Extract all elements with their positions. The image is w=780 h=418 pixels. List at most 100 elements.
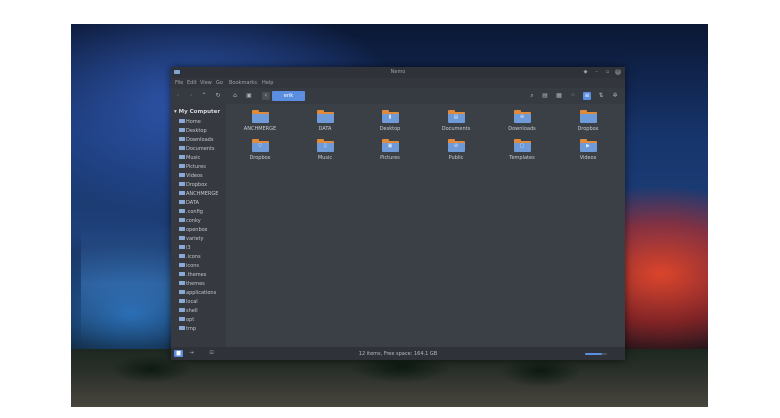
home-folder-icon xyxy=(179,118,185,123)
folder-item-documents[interactable]: ▤ Documents xyxy=(428,110,484,132)
minimize-button[interactable]: – xyxy=(594,70,599,75)
path-scroll-right-button[interactable]: › xyxy=(298,92,306,100)
sidebar-header-my-computer[interactable]: ▾ My Computer xyxy=(174,109,220,115)
sidebar-item-music[interactable]: Music xyxy=(179,154,200,162)
zoom-slider-fill xyxy=(585,353,602,355)
folder-item-desktop[interactable]: ▮ Desktop xyxy=(362,110,418,132)
sidebar-item-anchmerge[interactable]: ANCHMERGE xyxy=(179,190,218,198)
title-bar[interactable]: Nemo ◆ – ▫ × xyxy=(171,67,625,78)
templates-folder-icon: ▢ xyxy=(513,139,531,152)
sidebar-item-icons[interactable]: icons xyxy=(179,262,199,270)
window-title: Nemo xyxy=(390,69,406,75)
folder-item-dropbox[interactable]: Dropbox xyxy=(560,110,616,132)
sidebar-item-tmp[interactable]: tmp xyxy=(179,325,196,333)
folder-item-templates[interactable]: ▢ Templates xyxy=(494,139,550,161)
icon-view-button[interactable]: ▦ xyxy=(555,92,563,100)
sidebar-item-videos[interactable]: Videos xyxy=(179,172,203,180)
file-view[interactable]: ANCHMERGE DATA ▮ Desktop ▤ Documents ⊕ D… xyxy=(226,104,625,347)
opt-folder-icon xyxy=(179,316,185,321)
sidebar: ▾ My Computer Home Desktop Downloads Doc… xyxy=(171,104,226,347)
menu-view[interactable]: View xyxy=(200,80,212,86)
sidebar-item-themes[interactable]: themes xyxy=(179,280,205,288)
folder-item-music[interactable]: ♫ Music xyxy=(297,139,353,161)
public-folder-icon: ⊘ xyxy=(447,139,465,152)
folder-label: Documents xyxy=(441,126,471,132)
toggle-location-entry-button[interactable]: ▤ xyxy=(541,92,549,100)
folder-label: Downloads xyxy=(508,126,536,132)
sidebar-item-dot-themes[interactable]: .themes xyxy=(179,271,206,279)
settings-icon[interactable]: ✲ xyxy=(611,92,619,100)
status-text: 12 items, Free space: 164.1 GB xyxy=(358,351,438,357)
menu-bookmarks[interactable]: Bookmarks xyxy=(229,80,257,86)
dot-icons-folder-icon xyxy=(179,253,185,258)
sidebar-item-desktop[interactable]: Desktop xyxy=(179,127,207,135)
sidebar-item-home[interactable]: Home xyxy=(179,118,201,126)
sidebar-item-pictures[interactable]: Pictures xyxy=(179,163,206,171)
videos-folder-icon xyxy=(179,172,185,177)
folder-icon xyxy=(579,110,597,123)
themes-folder-icon xyxy=(179,280,185,285)
reload-button[interactable]: ↻ xyxy=(214,92,222,100)
openbox-folder-icon xyxy=(179,226,185,231)
downloads-folder-icon: ⊕ xyxy=(513,110,531,123)
close-button[interactable]: × xyxy=(615,69,621,75)
music-folder-icon: ♫ xyxy=(316,139,334,152)
folder-label: DATA xyxy=(318,126,332,132)
folder-label: Pictures xyxy=(380,155,400,161)
maximize-button[interactable]: ▫ xyxy=(605,70,610,75)
list-view-button[interactable]: ≡ xyxy=(583,92,591,100)
folder-label: Public xyxy=(448,155,464,161)
folder-item-downloads[interactable]: ⊕ Downloads xyxy=(494,110,550,132)
folder-item-videos[interactable]: ▶ Videos xyxy=(560,139,616,161)
sort-button[interactable]: ⇅ xyxy=(597,92,605,100)
documents-folder-icon: ▤ xyxy=(447,110,465,123)
forward-button[interactable]: › xyxy=(187,92,195,100)
sidebar-item-data[interactable]: DATA xyxy=(179,199,199,207)
folder-label: Dropbox xyxy=(577,126,599,132)
sidebar-item-i3[interactable]: i3 xyxy=(179,244,191,252)
sidebar-item-conky[interactable]: conky xyxy=(179,217,201,225)
menu-bar: File Edit View Go Bookmarks Help xyxy=(171,78,625,88)
sidebar-item-shell[interactable]: shell xyxy=(179,307,198,315)
documents-folder-icon xyxy=(179,145,185,150)
folder-item-pictures[interactable]: ▣ Pictures xyxy=(362,139,418,161)
pin-icon[interactable]: ◆ xyxy=(583,70,588,75)
folder-label: Templates xyxy=(509,155,535,161)
sidebar-item-downloads[interactable]: Downloads xyxy=(179,136,213,144)
music-folder-icon xyxy=(179,154,185,159)
menu-help[interactable]: Help xyxy=(262,80,273,86)
sidebar-item-documents[interactable]: Documents xyxy=(179,145,215,153)
menu-file[interactable]: File xyxy=(175,80,183,86)
folder-item-dropbox-2[interactable]: ▽ Dropbox xyxy=(232,139,288,161)
desktop-folder-icon: ▮ xyxy=(381,110,399,123)
folder-icon xyxy=(316,110,334,123)
sidebar-item-local[interactable]: local xyxy=(179,298,198,306)
folder-item-data[interactable]: DATA xyxy=(297,110,353,132)
folder-item-public[interactable]: ⊘ Public xyxy=(428,139,484,161)
compact-view-button[interactable]: ⁘ xyxy=(569,92,577,100)
home-button[interactable]: ⌂ xyxy=(231,92,239,100)
menu-edit[interactable]: Edit xyxy=(187,80,197,86)
config-folder-icon xyxy=(179,208,185,213)
back-button[interactable]: ‹ xyxy=(174,92,182,100)
sidebar-item-openbox[interactable]: openbox xyxy=(179,226,208,234)
menu-go[interactable]: Go xyxy=(216,80,223,86)
folder-label: ANCHMERGE xyxy=(243,126,277,132)
data-folder-icon xyxy=(179,199,185,204)
zoom-slider[interactable] xyxy=(585,353,607,355)
sidebar-item-dropbox[interactable]: Dropbox xyxy=(179,181,207,189)
search-button[interactable]: ⌕ xyxy=(528,92,536,100)
sidebar-item-dot-icons[interactable]: .icons xyxy=(179,253,201,261)
computer-button[interactable]: ▣ xyxy=(245,92,253,100)
sidebar-item-variety[interactable]: variety xyxy=(179,235,203,243)
sidebar-item-applications[interactable]: applications xyxy=(179,289,216,297)
folder-icon xyxy=(251,110,269,123)
applications-folder-icon xyxy=(179,289,185,294)
local-folder-icon xyxy=(179,298,185,303)
sidebar-item-opt[interactable]: opt xyxy=(179,316,194,324)
sidebar-item-config[interactable]: .config xyxy=(179,208,203,216)
up-button[interactable]: ⌃ xyxy=(200,92,208,100)
desktop-folder-icon xyxy=(179,127,185,132)
path-scroll-left-button[interactable]: ‹ xyxy=(262,92,270,100)
folder-item-anchmerge[interactable]: ANCHMERGE xyxy=(232,110,288,132)
